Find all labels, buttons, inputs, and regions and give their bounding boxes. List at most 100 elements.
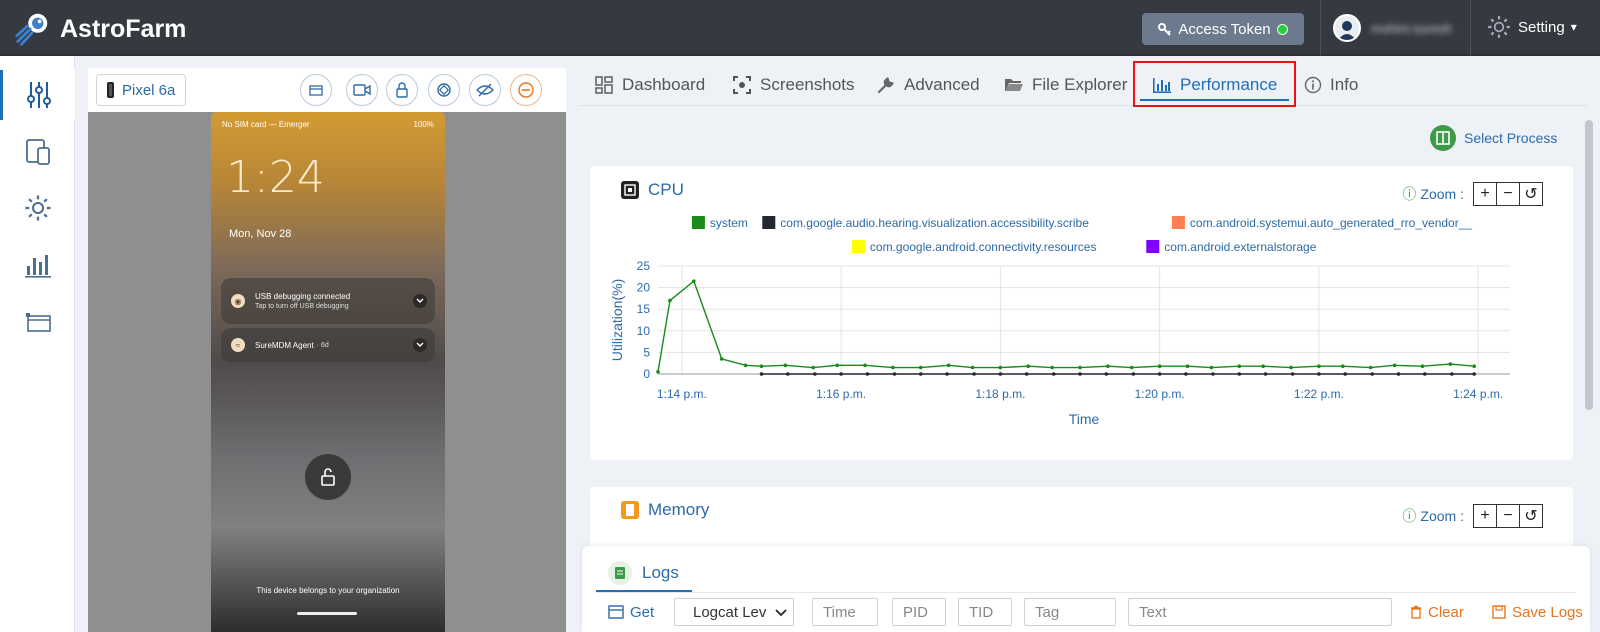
data-point <box>1024 372 1029 376</box>
vertical-scrollbar[interactable] <box>1585 120 1593 410</box>
y-tick-label: 20 <box>637 281 651 295</box>
time-field[interactable]: Time <box>812 598 878 626</box>
clear-logs-button[interactable]: Clear <box>1410 598 1464 626</box>
data-point <box>835 363 839 368</box>
data-point <box>1050 365 1054 370</box>
x-tick-label: 1:22 p.m. <box>1294 387 1344 401</box>
data-point <box>1185 364 1190 369</box>
data-point <box>1051 372 1056 376</box>
text-field[interactable]: Text <box>1128 598 1392 626</box>
data-point <box>1420 364 1425 369</box>
pid-field[interactable]: PID <box>892 598 946 626</box>
rotate-icon <box>437 83 451 97</box>
sliders-icon <box>27 82 51 108</box>
y-axis-label: Utilization(%) <box>609 279 625 361</box>
zoom-reset-button[interactable]: ↺ <box>1519 504 1543 528</box>
unlock-button[interactable] <box>305 454 351 500</box>
tag-placeholder: Tag <box>1035 603 1060 621</box>
rotate-button[interactable] <box>428 74 460 106</box>
legend-label: com.google.audio.hearing.visualization.a… <box>780 216 1089 230</box>
sidebar-item-controls[interactable] <box>0 70 75 120</box>
data-point <box>813 372 817 376</box>
data-point <box>1078 372 1082 376</box>
tid-placeholder: TID <box>969 603 994 621</box>
data-point <box>839 372 843 376</box>
device-name-button[interactable]: Pixel 6a <box>96 74 187 106</box>
tab-label: File Explorer <box>1032 75 1128 94</box>
data-point <box>1237 364 1242 369</box>
tab-file-explorer[interactable]: File Explorer <box>1004 66 1127 104</box>
pid-placeholder: PID <box>903 603 929 621</box>
get-logs-button[interactable]: Get <box>608 598 654 626</box>
chevron-down-icon[interactable] <box>413 294 427 308</box>
sidebar-item-window[interactable] <box>0 297 75 347</box>
tab-label: Advanced <box>904 75 980 94</box>
disconnect-button[interactable] <box>510 74 542 106</box>
notification-usb[interactable]: ◉ USB debugging connected Tap to turn of… <box>221 278 435 324</box>
lock-icon <box>396 82 408 98</box>
zoom-in-button[interactable]: + <box>1473 504 1497 528</box>
video-camera-icon <box>353 84 371 96</box>
data-point <box>759 364 764 369</box>
tab-screenshots[interactable]: Screenshots <box>732 66 855 104</box>
app-logo[interactable]: AstroFarm <box>14 10 186 48</box>
sidebar-item-devices[interactable] <box>0 127 75 177</box>
tab-label: Dashboard <box>622 75 706 94</box>
legend-label: com.android.systemui.auto_generated_rro_… <box>1190 216 1473 230</box>
tag-field[interactable]: Tag <box>1024 598 1116 626</box>
tab-dashboard[interactable]: Dashboard <box>594 66 705 104</box>
zoom-out-button[interactable]: − <box>1496 504 1520 528</box>
data-point <box>759 372 764 376</box>
document-icon <box>608 561 632 585</box>
tab-info[interactable]: Info <box>1304 66 1358 104</box>
data-point <box>865 372 870 376</box>
data-point <box>656 370 660 374</box>
tid-field[interactable]: TID <box>958 598 1012 626</box>
sidebar-item-performance[interactable] <box>0 240 75 290</box>
data-point <box>1209 365 1214 370</box>
record-video-button[interactable] <box>346 74 378 106</box>
divider <box>1320 0 1321 56</box>
access-token-button[interactable]: Access Token <box>1142 13 1304 45</box>
chevron-down-icon[interactable] <box>413 338 427 352</box>
logcat-level-select[interactable]: Logcat Lev <box>674 598 794 626</box>
app-title: AstroFarm <box>60 14 187 43</box>
data-point <box>811 365 816 370</box>
tab-advanced[interactable]: Advanced <box>876 66 980 104</box>
card-title-text: Memory <box>648 500 710 519</box>
data-point <box>918 365 923 370</box>
notification-suremdm[interactable]: ≈ SureMDM Agent · 6d <box>221 328 435 362</box>
user-menu[interactable]: mohini.suresh <box>1333 14 1452 42</box>
select-process-button[interactable]: Select Process <box>1430 125 1557 151</box>
x-tick-label: 1:20 p.m. <box>1135 387 1185 401</box>
data-point <box>863 363 867 368</box>
window-button[interactable] <box>300 74 332 106</box>
dashboard-icon <box>595 76 613 94</box>
list-icon <box>608 605 624 619</box>
device-name-label: Pixel 6a <box>122 81 176 99</box>
save-logs-button[interactable]: Save Logs <box>1492 598 1583 626</box>
trash-icon <box>1411 606 1421 619</box>
setting-menu[interactable]: Setting ▾ <box>1486 14 1577 40</box>
x-tick-label: 1:14 p.m. <box>657 387 707 401</box>
data-point <box>1343 372 1347 376</box>
data-point <box>1340 364 1345 369</box>
legend-swatch <box>1171 216 1185 229</box>
device-screen[interactable]: No SIM card — Emerger 100% 1:24 Mon, Nov… <box>211 112 445 632</box>
window-icon <box>25 313 51 332</box>
notification-title: USB debugging connected <box>255 292 351 301</box>
top-bar: AstroFarm Access Token mohini.suresh Set… <box>0 0 1600 56</box>
sidebar-item-settings[interactable] <box>0 183 75 233</box>
phone-status-bar: No SIM card — Emerger 100% <box>222 120 434 129</box>
lockscreen-date: Mon, Nov 28 <box>229 228 292 240</box>
lock-button[interactable] <box>386 74 418 106</box>
sidebar <box>0 56 75 632</box>
gesture-bar[interactable] <box>297 612 357 615</box>
data-point <box>1211 372 1215 376</box>
tab-logs[interactable]: Logs <box>596 556 692 592</box>
y-tick-label: 10 <box>637 324 651 338</box>
window-icon <box>309 85 323 96</box>
info-icon <box>1304 76 1322 94</box>
hide-button[interactable] <box>469 74 501 106</box>
data-point <box>1396 372 1401 376</box>
